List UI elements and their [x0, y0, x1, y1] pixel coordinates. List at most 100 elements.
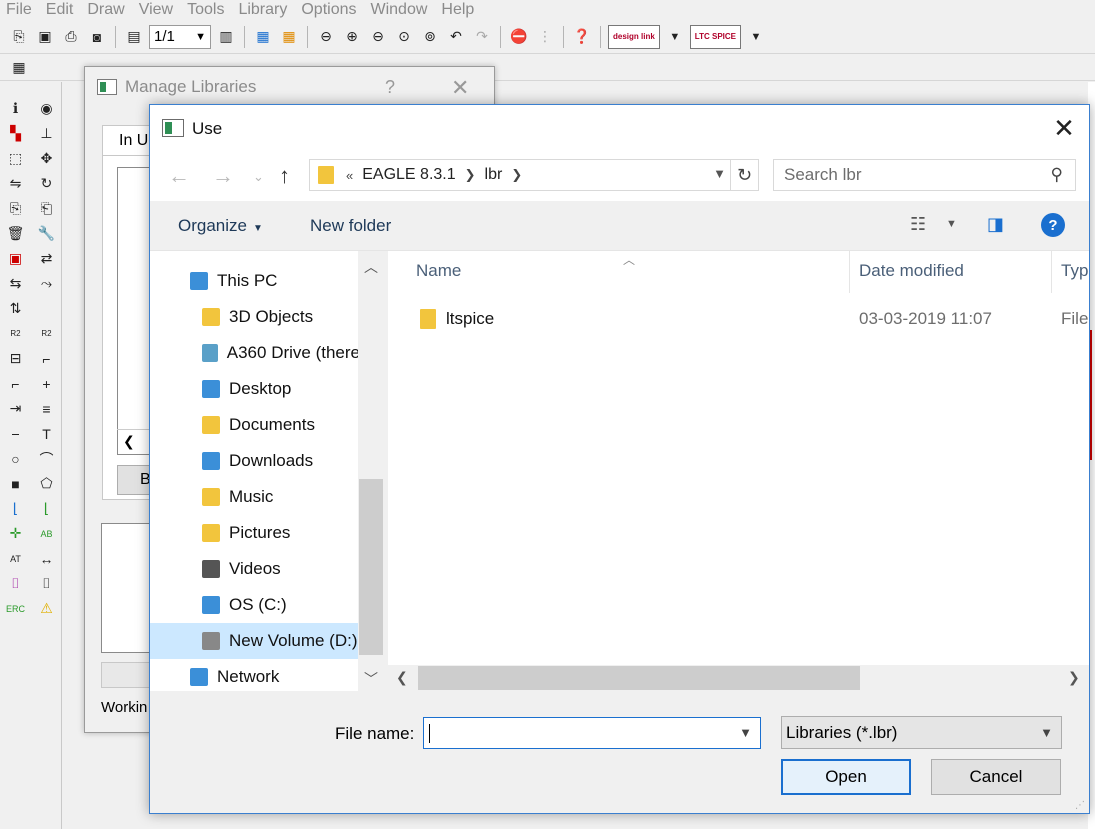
nav-item[interactable]: Network [150, 659, 360, 691]
mark-icon[interactable]: ⊥ [31, 121, 62, 146]
module-icon[interactable]: ⌷ [31, 571, 62, 596]
polygon-icon[interactable]: ⬠ [31, 471, 62, 496]
display-layers-icon[interactable]: ▚ [0, 121, 31, 146]
zoom-in-icon[interactable]: ⊕ [341, 26, 363, 48]
script-icon[interactable]: ▦ [252, 26, 274, 48]
preview-pane-icon[interactable]: ◨ [987, 214, 1004, 235]
optimize-icon[interactable]: + [31, 371, 62, 396]
file-name-input[interactable]: ▼ [423, 717, 761, 749]
bus-icon[interactable]: ⌊ [0, 496, 31, 521]
go-icon[interactable]: ⋮ [534, 26, 556, 48]
circle-icon[interactable]: ○ [0, 446, 31, 471]
chevron-up-icon[interactable]: ︿ [364, 257, 378, 277]
chevron-down-icon[interactable]: ﹀ [364, 669, 378, 689]
nav-item[interactable]: A360 Drive (there [150, 335, 360, 371]
add-part-icon[interactable]: ▣ [0, 246, 31, 271]
nav-item[interactable]: Desktop [150, 371, 360, 407]
search-box[interactable]: Search lbr ⚲ [773, 159, 1076, 191]
sheets-icon[interactable]: ▥ [215, 26, 237, 48]
chevron-right-icon[interactable]: ❯ [465, 167, 476, 183]
search-icon[interactable]: ⚲ [1051, 165, 1063, 185]
cancel-button[interactable]: Cancel [931, 759, 1061, 795]
open-icon[interactable]: ⎘ [8, 26, 30, 48]
pinswap-icon[interactable]: ⇅ [0, 296, 31, 321]
view-options-icon[interactable]: ☷ [910, 214, 926, 235]
column-divider[interactable] [849, 251, 850, 293]
breadcrumb-eagle[interactable]: EAGLE 8.3.1 [362, 166, 455, 184]
chevron-down-icon[interactable]: ▼ [713, 166, 726, 181]
menu-draw[interactable]: Draw [81, 1, 132, 19]
chevron-down-icon[interactable]: ▼ [739, 725, 752, 740]
chevron-down-icon[interactable]: ▼ [946, 218, 957, 230]
move-icon[interactable]: ⬚ [0, 146, 31, 171]
column-divider[interactable] [1051, 251, 1052, 293]
redo-icon[interactable]: ↷ [471, 26, 493, 48]
chevron-down-icon[interactable]: ▼ [664, 26, 686, 48]
help-icon[interactable]: ? [1041, 213, 1065, 237]
move-arrows-icon[interactable]: ✥ [31, 146, 62, 171]
menu-view[interactable]: View [133, 1, 181, 19]
ltspice-button[interactable]: LTC SPICE [689, 24, 741, 49]
print-icon[interactable]: ⎙ [60, 26, 82, 48]
chevron-left-icon[interactable]: ❮ [123, 433, 135, 450]
nav-item[interactable]: Pictures [150, 515, 360, 551]
menu-file[interactable]: File [0, 1, 40, 19]
menu-help[interactable]: Help [435, 1, 482, 19]
zoom-fit-icon[interactable]: ⊖ [315, 26, 337, 48]
smash-icon[interactable]: ⊟ [0, 346, 31, 371]
nav-item[interactable]: OS (C:) [150, 587, 360, 623]
column-name[interactable]: Name [416, 251, 461, 291]
delete-icon[interactable]: 🗑 [0, 221, 31, 246]
nav-item[interactable]: Downloads [150, 443, 360, 479]
gateswap-icon[interactable]: ⇥ [0, 396, 31, 421]
nav-item[interactable]: Documents [150, 407, 360, 443]
label-icon[interactable]: AB [31, 521, 62, 546]
close-button[interactable]: ✕ [1046, 113, 1082, 143]
show-icon[interactable]: ◉ [31, 96, 62, 121]
open-button[interactable]: Open [781, 759, 911, 795]
scrollbar-thumb[interactable] [359, 479, 383, 655]
name-icon[interactable]: R2 [0, 321, 31, 346]
nav-item[interactable]: Music [150, 479, 360, 515]
chevron-right-icon[interactable]: ❯ [1068, 669, 1080, 686]
new-folder-button[interactable]: New folder [310, 216, 391, 236]
align-icon[interactable]: ≡ [31, 396, 62, 421]
rotate-icon[interactable]: ↻ [31, 171, 62, 196]
zoom-out-icon[interactable]: ⊖ [367, 26, 389, 48]
zoom-redraw-icon[interactable]: ⊙ [393, 26, 415, 48]
refresh-icon[interactable]: ↻ [730, 160, 758, 190]
paste-icon[interactable]: ⎗ [31, 196, 62, 221]
nav-item[interactable]: This PC [150, 263, 360, 299]
menu-options[interactable]: Options [295, 1, 364, 19]
undo-icon[interactable]: ↶ [445, 26, 467, 48]
file-list-horizontal-scrollbar[interactable]: ❮ ❯ [388, 665, 1089, 691]
copy-icon[interactable]: ⎘ [0, 196, 31, 221]
mirror-icon[interactable]: ⇋ [0, 171, 31, 196]
value-icon[interactable]: R2 [31, 321, 62, 346]
nav-item[interactable]: New Volume (D:) [150, 623, 360, 659]
sch-brd-switch-icon[interactable]: ▤ [123, 26, 145, 48]
info-icon[interactable]: ℹ [0, 96, 31, 121]
erc-icon[interactable]: ERC [0, 596, 31, 621]
file-row[interactable]: ltspice 03-03-2019 11:07 File [388, 303, 1089, 335]
wrench-icon[interactable]: 🔧 [31, 221, 62, 246]
junction-icon[interactable]: ✛ [0, 521, 31, 546]
navigation-scrollbar[interactable]: ︿ ﹀ [358, 251, 384, 691]
breadcrumb-overflow[interactable]: « [346, 168, 353, 183]
menu-window[interactable]: Window [365, 1, 436, 19]
up-arrow-icon[interactable]: ↑ [279, 163, 290, 189]
sheet-select[interactable]: 1/1 ▼ [149, 24, 211, 49]
frame-icon[interactable]: ⌷ [0, 571, 31, 596]
help-icon[interactable]: ❓ [571, 26, 593, 48]
cam-icon[interactable]: ◙ [86, 26, 108, 48]
arc-icon[interactable]: ⌒ [31, 446, 62, 471]
save-icon[interactable]: ▣ [34, 26, 56, 48]
chevron-left-icon[interactable]: ❮ [396, 669, 408, 686]
help-icon[interactable]: ? [385, 77, 395, 98]
rect-icon[interactable]: ■ [0, 471, 31, 496]
line-icon[interactable]: ⎯ [0, 421, 31, 446]
attribute-icon[interactable]: AT [0, 546, 31, 571]
net-icon[interactable]: ⌊ [31, 496, 62, 521]
menu-edit[interactable]: Edit [40, 1, 82, 19]
split-icon[interactable]: ⌐ [0, 371, 31, 396]
